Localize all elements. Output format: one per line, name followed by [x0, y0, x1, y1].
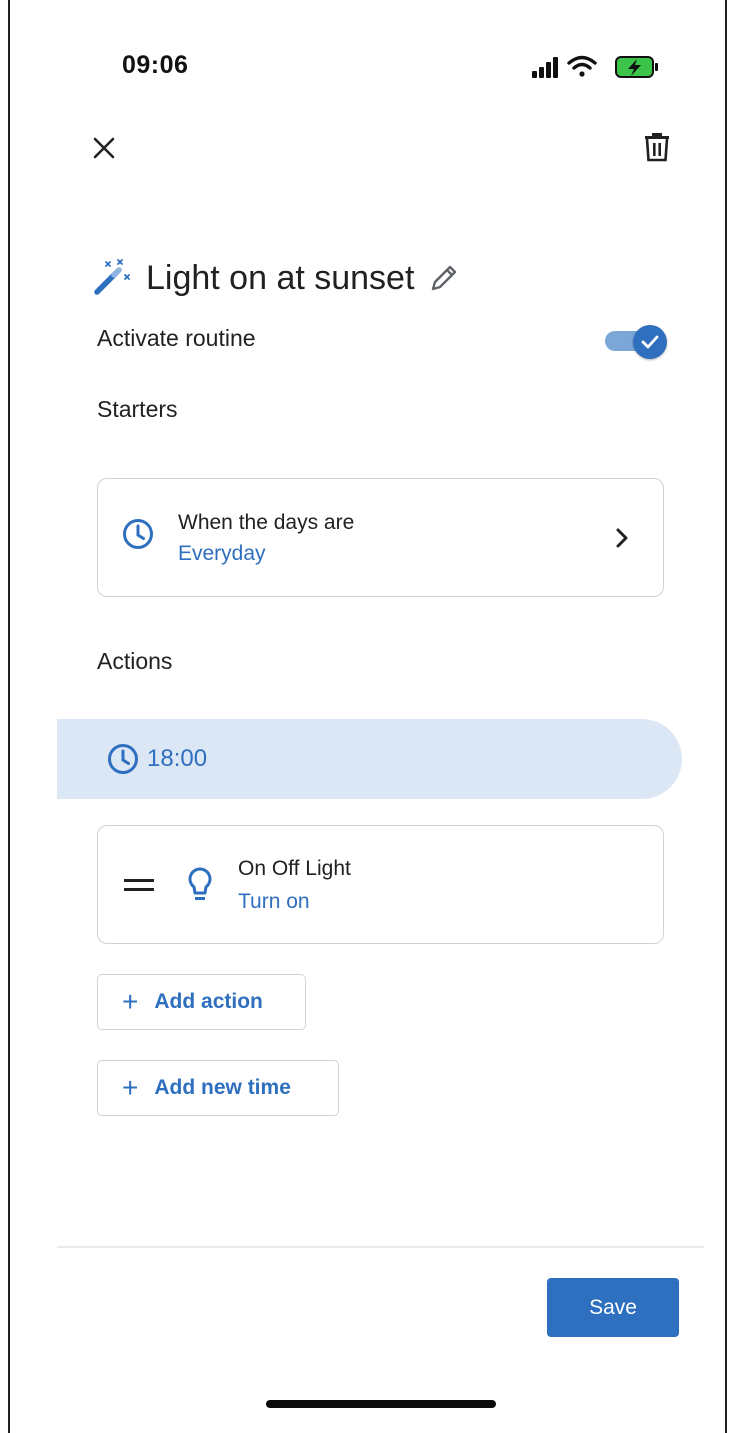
starter-title: When the days are	[178, 511, 355, 534]
toggle-thumb	[633, 325, 667, 359]
edit-pencil-icon[interactable]	[428, 262, 460, 294]
checkmark-icon	[641, 335, 659, 349]
wifi-icon	[567, 55, 597, 77]
add-action-button[interactable]: + Add action	[97, 974, 306, 1030]
clock-icon	[108, 744, 138, 774]
close-button[interactable]	[84, 128, 124, 168]
status-time: 09:06	[122, 51, 189, 79]
action-time-banner[interactable]: 18:00	[57, 719, 682, 799]
add-action-label: Add action	[154, 990, 263, 1013]
battery-charging-icon	[615, 56, 658, 78]
actions-section-label: Actions	[97, 648, 173, 674]
action-device-name: On Off Light	[238, 857, 351, 880]
action-device-command: Turn on	[238, 890, 310, 913]
routine-title: Light on at sunset	[146, 258, 415, 297]
add-new-time-button[interactable]: + Add new time	[97, 1060, 339, 1116]
add-new-time-label: Add new time	[154, 1076, 291, 1099]
frame-border-left	[8, 0, 10, 1433]
footer-divider	[57, 1246, 704, 1248]
starters-section-label: Starters	[97, 396, 178, 422]
drag-handle-icon[interactable]	[124, 878, 154, 892]
routine-title-row: Light on at sunset	[94, 252, 460, 304]
save-button[interactable]: Save	[547, 1278, 679, 1337]
chevron-right-icon	[616, 528, 628, 548]
starter-card[interactable]: When the days are Everyday	[97, 478, 664, 597]
activate-routine-toggle[interactable]	[603, 325, 667, 359]
status-icons	[530, 52, 665, 82]
starter-value: Everyday	[178, 542, 266, 565]
close-icon	[93, 137, 115, 159]
action-card[interactable]: On Off Light Turn on	[97, 825, 664, 944]
frame-border-right	[725, 0, 727, 1433]
plus-icon: +	[122, 1072, 139, 1103]
lightbulb-icon	[188, 867, 212, 900]
action-time: 18:00	[147, 745, 208, 772]
delete-button[interactable]	[636, 126, 678, 168]
magic-wand-icon	[94, 259, 130, 295]
activate-routine-label: Activate routine	[97, 325, 256, 351]
cellular-signal-icon	[532, 57, 558, 78]
plus-icon: +	[122, 986, 139, 1017]
home-indicator[interactable]	[266, 1400, 496, 1408]
trash-icon	[645, 133, 669, 162]
clock-icon	[123, 519, 153, 549]
